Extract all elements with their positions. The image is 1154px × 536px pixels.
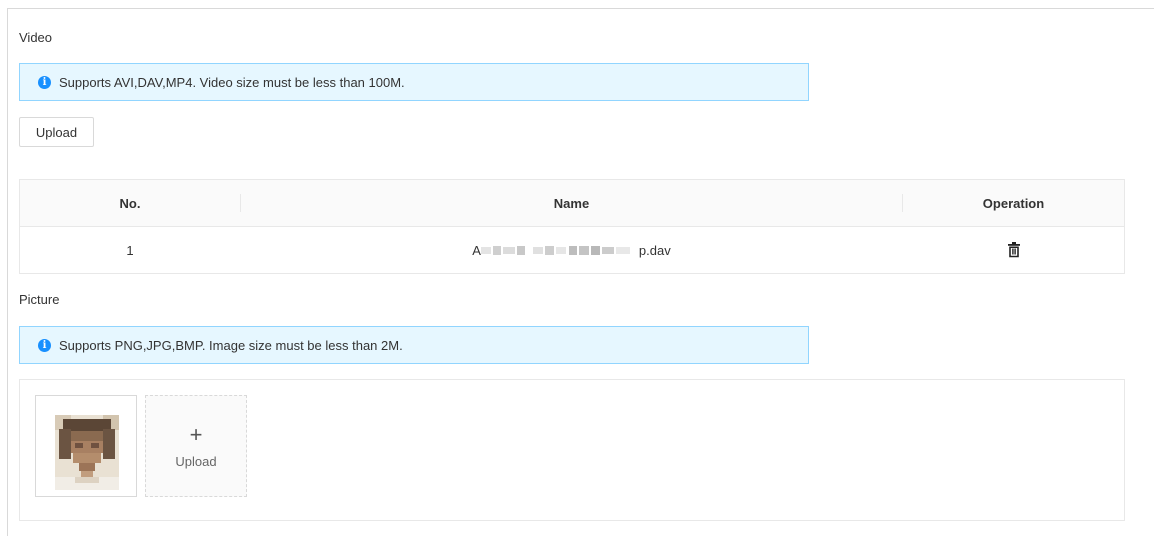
- video-info-text: Supports AVI,DAV,MP4. Video size must be…: [59, 74, 405, 90]
- table-row: 1 A p.dav: [20, 227, 1124, 273]
- info-circle-icon: i: [38, 338, 51, 352]
- file-name-suffix: p.dav: [638, 242, 671, 258]
- column-header-operation: Operation: [982, 195, 1045, 211]
- row-operation: [903, 227, 1124, 273]
- trash-icon[interactable]: [1007, 242, 1021, 258]
- row-file-name: A p.dav: [241, 227, 902, 273]
- column-header-name: Name: [553, 195, 590, 211]
- picture-upload-label: Upload: [175, 453, 217, 469]
- row-number: 1: [126, 242, 134, 258]
- redacted-file-name: [480, 245, 630, 255]
- face-photo: [55, 415, 119, 490]
- video-info-alert: i Supports AVI,DAV,MP4. Video size must …: [19, 63, 809, 101]
- picture-upload-button[interactable]: + Upload: [145, 395, 247, 497]
- picture-info-alert: i Supports PNG,JPG,BMP. Image size must …: [19, 326, 809, 364]
- picture-upload-area: + Upload: [19, 379, 1125, 521]
- column-header-no: No.: [119, 195, 141, 211]
- file-name-prefix: A: [472, 242, 481, 258]
- info-circle-icon: i: [38, 75, 51, 89]
- picture-section-title: Picture: [19, 292, 60, 307]
- video-table: No. Name Operation 1 A p.dav: [19, 179, 1125, 274]
- video-upload-button[interactable]: Upload: [19, 117, 94, 147]
- table-header: No. Name Operation: [20, 180, 1124, 227]
- video-section-title: Video: [19, 30, 53, 45]
- picture-thumbnail[interactable]: [35, 395, 137, 497]
- plus-icon: +: [189, 421, 203, 447]
- picture-info-text: Supports PNG,JPG,BMP. Image size must be…: [59, 337, 403, 353]
